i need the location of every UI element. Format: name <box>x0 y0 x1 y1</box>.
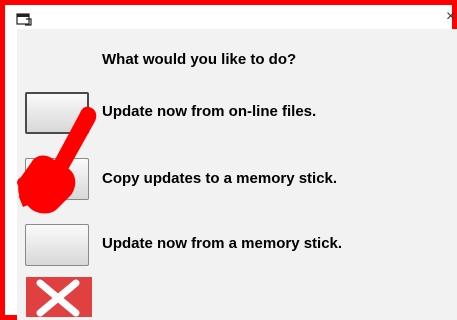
cancel-button[interactable] <box>26 277 92 317</box>
update-online-label: Update now from on-line files. <box>102 103 317 120</box>
update-from-stick-label: Update now from a memory stick. <box>102 235 343 252</box>
dialog-frame: × What would you like to do? Update now … <box>0 0 457 320</box>
close-icon[interactable]: × <box>446 9 455 25</box>
update-online-button[interactable] <box>25 92 89 134</box>
dialog-prompt: What would you like to do? <box>102 51 297 68</box>
update-from-stick-button[interactable] <box>25 224 89 266</box>
app-window-icon <box>16 13 32 26</box>
copy-to-stick-label: Copy updates to a memory stick. <box>102 170 338 187</box>
copy-to-stick-button[interactable] <box>25 158 89 200</box>
